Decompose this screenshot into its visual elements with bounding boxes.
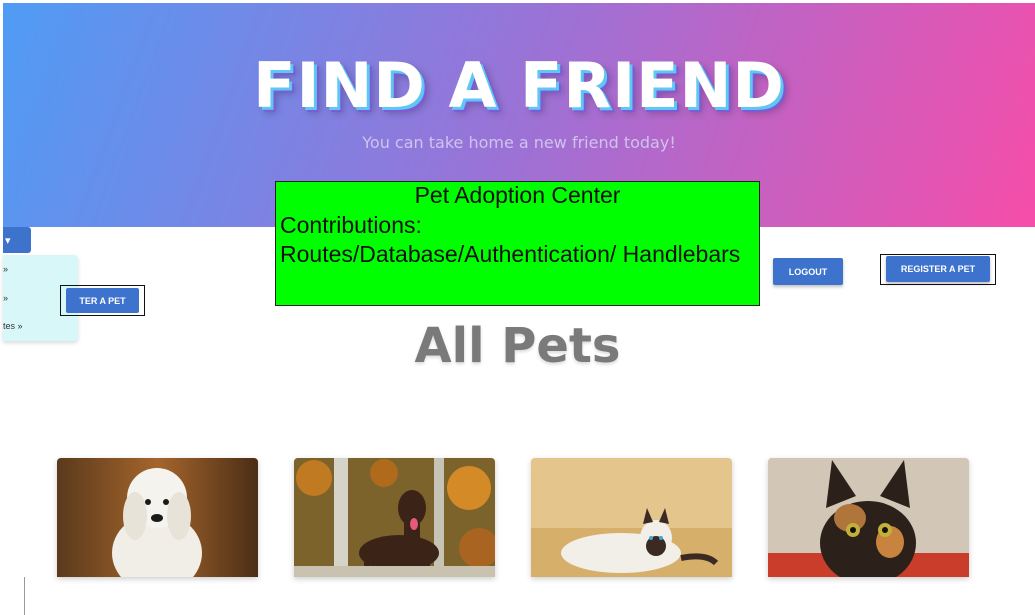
hero-subtitle: You can take home a new friend today! — [362, 133, 676, 152]
page-heading: All Pets — [414, 318, 621, 374]
pet-card[interactable] — [768, 458, 969, 577]
dropdown-toggle-button[interactable]: ▾ — [3, 227, 31, 253]
dropdown-item[interactable]: » — [3, 264, 8, 274]
contributions-banner: Pet Adoption Center Contributions: Route… — [275, 181, 760, 306]
banner-title: Pet Adoption Center — [414, 182, 621, 208]
divider — [24, 577, 25, 615]
siamese-cat-image — [531, 458, 732, 577]
chevron-down-icon: ▾ — [5, 234, 11, 247]
banner-contributions-label: Contributions: — [280, 212, 422, 238]
white-dog-image — [57, 458, 258, 577]
brown-dog-image — [294, 458, 495, 577]
register-pet-button-left[interactable]: TER A PET — [66, 288, 139, 313]
dropdown-item[interactable]: » — [3, 293, 8, 303]
pet-card[interactable] — [294, 458, 495, 577]
register-pet-button[interactable]: REGISTER A PET — [886, 256, 990, 282]
pet-card[interactable] — [531, 458, 732, 577]
hero-title: FIND A FRIEND — [253, 49, 785, 122]
pet-card[interactable] — [57, 458, 258, 577]
tortoiseshell-cat-image — [768, 458, 969, 577]
banner-contributions-list: Routes/Database/Authentication/ Handleba… — [280, 241, 741, 267]
logout-button[interactable]: LOGOUT — [773, 258, 843, 285]
